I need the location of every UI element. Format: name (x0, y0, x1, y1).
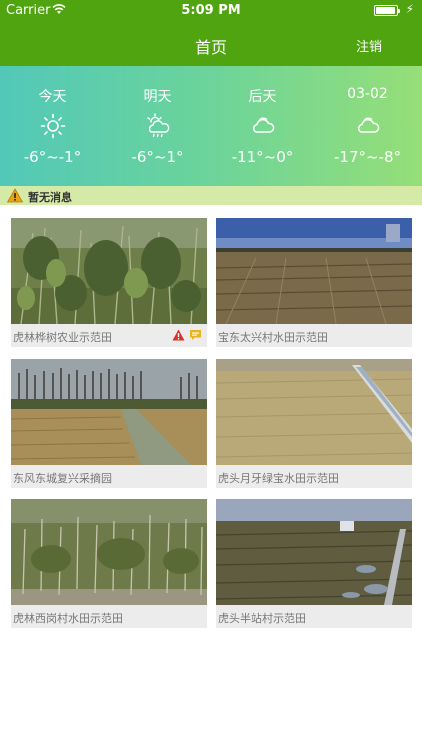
site-caption: 虎头半站村示范田 (216, 605, 412, 628)
site-caption: 虎头月牙绿宝水田示范田 (216, 465, 412, 488)
forecast-day: 03-02 -17°~-8° (315, 66, 420, 186)
warning-icon[interactable] (172, 329, 185, 341)
charging-icon: ⚡ (405, 2, 414, 16)
notice-bar[interactable]: 暂无消息 (0, 186, 422, 205)
sun-cloud-rain-icon (147, 113, 170, 138)
site-card[interactable]: 虎头半站村示范田 (216, 499, 412, 628)
site-caption: 东风东城复兴采摘园 (11, 465, 207, 488)
forecast-temp: -6°~1° (131, 148, 184, 166)
weather-forecast: 今天 -6°~-1° 明天 -6°~1° 后天 -11°~0° 03-02 -1… (0, 66, 422, 186)
forecast-day-label: 后天 (248, 89, 277, 105)
status-bar: Carrier 5:09 PM ⚡ (0, 0, 422, 22)
logout-button[interactable]: 注销 (356, 36, 382, 55)
cloud-icon (253, 117, 275, 133)
forecast-day-label: 03-02 (347, 86, 388, 102)
site-name: 虎林桦树农业示范田 (13, 331, 112, 344)
site-card[interactable]: 东风东城复兴采摘园 (11, 359, 207, 488)
message-icon[interactable] (189, 329, 202, 341)
site-card[interactable]: 虎林桦树农业示范田 (11, 218, 207, 347)
forecast-day: 明天 -6°~1° (105, 66, 210, 186)
site-photo (11, 499, 207, 605)
forecast-day: 后天 -11°~0° (210, 66, 315, 186)
site-name: 东风东城复兴采摘园 (13, 472, 112, 485)
nav-bar: 首页 注销 (0, 22, 422, 66)
site-photo (11, 359, 207, 465)
site-photo (11, 218, 207, 324)
site-name: 虎头半站村示范田 (218, 612, 306, 625)
forecast-temp: -6°~-1° (23, 148, 82, 166)
forecast-day: 今天 -6°~-1° (0, 66, 105, 186)
site-name: 虎林西岗村水田示范田 (13, 612, 123, 625)
site-photo (216, 359, 412, 465)
site-photo (216, 218, 412, 324)
forecast-temp: -11°~0° (231, 148, 294, 166)
sun-icon (40, 113, 66, 139)
forecast-day-label: 今天 (38, 89, 67, 105)
status-time: 5:09 PM (181, 3, 241, 18)
site-caption: 虎林西岗村水田示范田 (11, 605, 207, 628)
warning-icon (7, 188, 23, 203)
forecast-temp: -17°~-8° (333, 148, 402, 166)
site-card[interactable]: 虎头月牙绿宝水田示范田 (216, 359, 412, 488)
notice-text: 暂无消息 (28, 191, 72, 204)
site-photo (216, 499, 412, 605)
battery-icon (374, 5, 400, 16)
forecast-day-label: 明天 (143, 89, 172, 105)
site-caption: 宝东太兴村水田示范田 (216, 324, 412, 347)
site-name: 宝东太兴村水田示范田 (218, 331, 328, 344)
cloud-icon (358, 117, 380, 133)
site-name: 虎头月牙绿宝水田示范田 (218, 472, 339, 485)
site-card[interactable]: 虎林西岗村水田示范田 (11, 499, 207, 628)
site-caption: 虎林桦树农业示范田 (11, 324, 207, 347)
site-card[interactable]: 宝东太兴村水田示范田 (216, 218, 412, 347)
header: Carrier 5:09 PM ⚡ 首页 注销 (0, 0, 422, 66)
